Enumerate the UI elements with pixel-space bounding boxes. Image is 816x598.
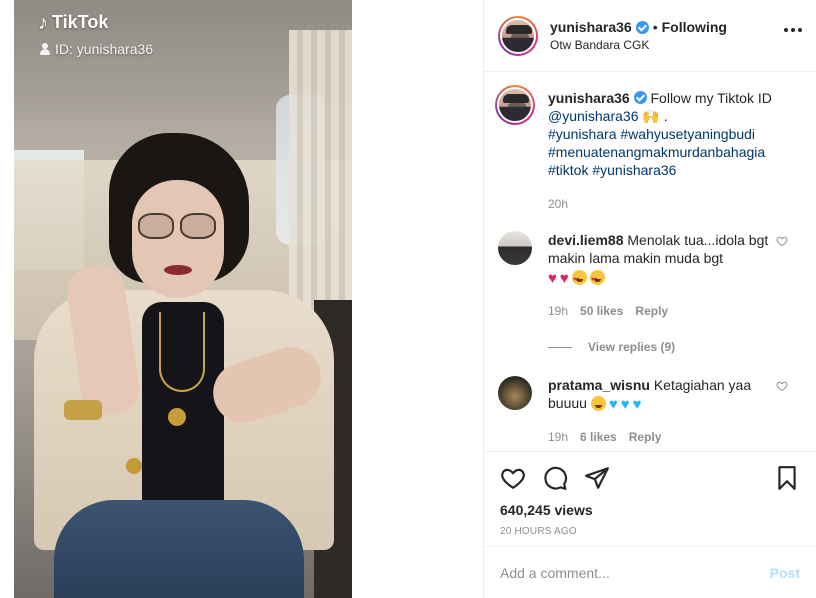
person-pendant	[168, 408, 186, 426]
person-face	[132, 180, 224, 298]
header-text: yunishara36 • Following Otw Bandara CGK	[550, 19, 727, 52]
comment-time: 19h	[548, 304, 569, 319]
comment-input[interactable]	[500, 564, 770, 581]
comment-username[interactable]: pratama_wisnu	[548, 377, 650, 393]
blue-heart-icon: ♥	[632, 395, 642, 413]
avatar-image	[500, 17, 536, 54]
laughing-emoji-icon	[590, 395, 606, 411]
comment-meta: 19h 6 likes Reply	[548, 428, 770, 446]
like-comment-heart-icon[interactable]	[776, 380, 788, 392]
avatar[interactable]	[498, 15, 538, 56]
video-frame[interactable]: ♪ TikTok ID: yunishara36	[14, 0, 352, 598]
avatar[interactable]	[495, 85, 535, 125]
verified-badge-icon	[633, 91, 647, 104]
comment-emojis: ♥ ♥ ♥	[590, 395, 642, 414]
more-options-icon[interactable]	[784, 28, 802, 32]
caption-body: yunishara36 Follow my Tiktok ID @yunisha…	[548, 89, 798, 213]
comment-composer: Post	[484, 546, 816, 598]
tiktok-logo-text: TikTok	[52, 12, 109, 32]
post-media: ♪ TikTok ID: yunishara36	[0, 0, 484, 598]
hashtag[interactable]: #tiktok	[548, 162, 588, 178]
tiktok-id-watermark: ID: yunishara36	[40, 41, 153, 57]
post-comment-button[interactable]: Post	[770, 565, 800, 581]
verified-badge-icon	[635, 20, 649, 34]
comment-item: devi.liem88 Menolak tua...idola bgt maki…	[498, 231, 802, 320]
comment-emojis: ♥ ♥	[548, 269, 770, 289]
hashtag[interactable]: #yunishara36	[592, 162, 676, 178]
share-paper-plane-icon[interactable]	[584, 465, 610, 491]
view-replies-label: View replies (9)	[588, 340, 676, 355]
post-timestamp: 20 HOURS AGO	[500, 526, 577, 537]
reply-button[interactable]: Reply	[629, 428, 662, 446]
hashtag[interactable]: #menuatenangmakmurdanbahagia	[548, 144, 765, 160]
header-user-row: yunishara36 • Following	[550, 19, 727, 35]
post-header: yunishara36 • Following Otw Bandara CGK	[484, 0, 816, 72]
tiktok-id-text: ID: yunishara36	[55, 41, 154, 57]
red-heart-icon: ♥	[548, 270, 557, 288]
hashtag[interactable]: #wahyusetyaningbudi	[620, 126, 755, 142]
car-curtain	[289, 30, 352, 330]
caption-mention[interactable]: @yunishara36	[548, 108, 639, 124]
hashtag[interactable]: #yunishara	[548, 126, 617, 142]
commenter-avatar[interactable]	[498, 231, 532, 265]
person-icon	[40, 43, 50, 55]
location-link[interactable]: Otw Bandara CGK	[550, 38, 727, 52]
avatar-image	[497, 87, 533, 123]
glasses-left-lens	[138, 213, 174, 239]
separator-dot: •	[652, 19, 658, 35]
comment-bubble-icon[interactable]	[542, 465, 568, 491]
red-heart-icon: ♥	[559, 270, 569, 288]
caption-time: 20h	[548, 197, 569, 211]
person-jeans	[54, 500, 304, 598]
following-button[interactable]: Following	[662, 19, 727, 35]
caption-emoji: 🙌 .	[642, 108, 668, 124]
comment-body: devi.liem88 Menolak tua...idola bgt maki…	[548, 231, 770, 320]
comment-meta: 19h 50 likes Reply	[548, 302, 770, 320]
comments-section: yunishara36 Follow my Tiktok ID @yunisha…	[484, 73, 816, 451]
comment-time: 19h	[548, 429, 569, 444]
tiktok-watermark: ♪ TikTok	[38, 12, 108, 33]
views-count[interactable]: 640,245 views	[500, 502, 800, 518]
comment-likes[interactable]: 50 likes	[580, 302, 623, 320]
coat-button	[126, 458, 142, 474]
replies-divider-line	[548, 346, 572, 348]
comment-item: pratama_wisnu Ketagiahan yaa buuuu ♥ ♥ ♥…	[498, 376, 802, 445]
post-side-panel: yunishara36 • Following Otw Bandara CGK …	[484, 0, 816, 598]
person-watch	[64, 400, 102, 420]
caption-meta: 20h	[548, 195, 798, 213]
like-comment-heart-icon[interactable]	[776, 235, 788, 247]
post-actions: 640,245 views 20 HOURS AGO	[484, 451, 816, 537]
comment-body: pratama_wisnu Ketagiahan yaa buuuu ♥ ♥ ♥…	[548, 376, 770, 445]
person-lips	[164, 265, 192, 275]
heart-eyes-emoji-icon	[589, 270, 605, 289]
comment-username[interactable]: devi.liem88	[548, 232, 624, 248]
view-replies-button[interactable]: View replies (9)	[548, 340, 802, 354]
tiktok-note-icon: ♪	[38, 11, 48, 34]
caption: yunishara36 Follow my Tiktok ID @yunisha…	[495, 85, 802, 213]
caption-username[interactable]: yunishara36	[548, 90, 630, 106]
like-heart-icon[interactable]	[500, 465, 526, 491]
author-username[interactable]: yunishara36	[550, 19, 632, 35]
comment-likes[interactable]: 6 likes	[580, 428, 617, 446]
glasses-right-lens	[180, 213, 216, 239]
person-necklace	[159, 312, 205, 392]
blue-heart-icon: ♥	[608, 395, 618, 413]
heart-eyes-emoji-icon	[571, 270, 587, 289]
caption-text: Follow my Tiktok ID	[650, 90, 772, 106]
commenter-avatar[interactable]	[498, 376, 532, 411]
reply-button[interactable]: Reply	[635, 302, 668, 320]
blue-heart-icon: ♥	[620, 395, 630, 413]
save-bookmark-icon[interactable]	[774, 465, 800, 491]
action-icons-row	[500, 464, 800, 492]
